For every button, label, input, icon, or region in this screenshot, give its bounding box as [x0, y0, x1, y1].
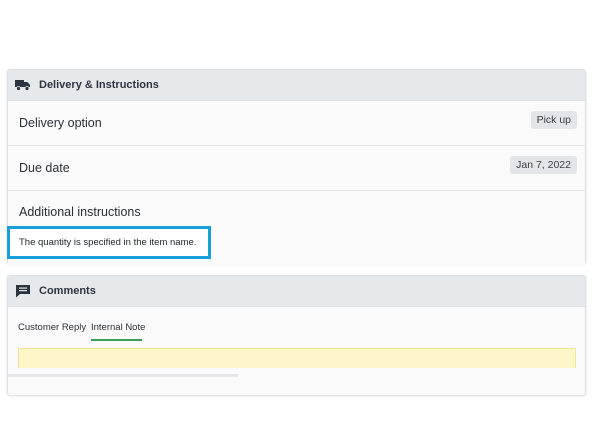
tab-internal-note[interactable]: Internal Note — [91, 322, 145, 333]
active-tab-indicator — [91, 339, 142, 341]
instructions-highlight: The quantity is specified in the item na… — [7, 226, 211, 259]
tab-customer-reply[interactable]: Customer Reply — [18, 322, 86, 333]
additional-instructions-label: Additional instructions — [19, 205, 141, 219]
delivery-option-row: Delivery option Pick up — [8, 101, 585, 146]
comments-card-title: Comments — [39, 285, 96, 297]
instructions-text: The quantity is specified in the item na… — [19, 237, 197, 248]
delivery-card-header: Delivery & Instructions — [8, 70, 585, 101]
faded-footer-text — [8, 372, 238, 379]
internal-note-area[interactable] — [18, 348, 576, 368]
comments-card-header: Comments — [8, 276, 585, 307]
delivery-option-badge: Pick up — [530, 111, 577, 129]
comment-icon — [15, 284, 31, 298]
delivery-card-title: Delivery & Instructions — [39, 79, 159, 91]
due-date-label: Due date — [19, 161, 70, 175]
truck-icon — [15, 78, 31, 92]
due-date-badge: Jan 7, 2022 — [510, 156, 577, 174]
due-date-row: Due date Jan 7, 2022 — [8, 146, 585, 191]
delivery-option-label: Delivery option — [19, 116, 102, 130]
